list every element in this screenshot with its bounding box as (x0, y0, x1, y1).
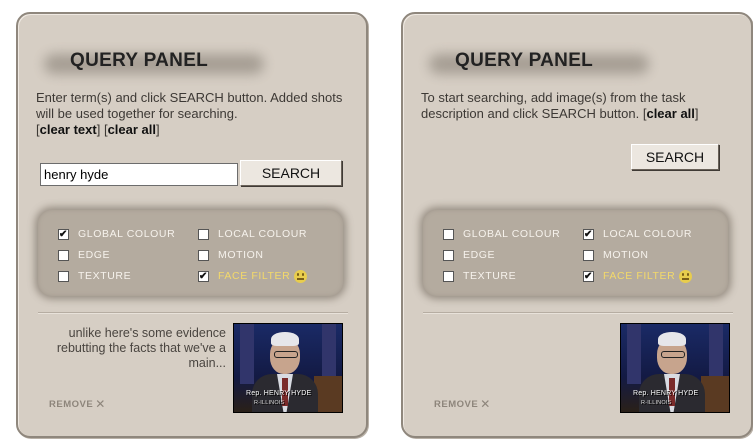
clear-all-link[interactable]: clear all (108, 122, 156, 137)
motion-checkbox[interactable] (583, 249, 594, 261)
panel-title-area: QUERY PANEL (429, 48, 649, 78)
texture-checkbox[interactable] (443, 270, 454, 282)
option-motion[interactable]: MOTION (198, 248, 264, 262)
face-filter-checkbox[interactable]: ✔ (583, 270, 594, 282)
edge-label: EDGE (78, 249, 111, 261)
panel-title: QUERY PANEL (455, 50, 594, 71)
option-motion[interactable]: MOTION (583, 248, 649, 262)
option-global-colour[interactable]: ✔ GLOBAL COLOUR (58, 227, 175, 241)
local-colour-label: LOCAL COLOUR (603, 228, 693, 240)
close-icon: ✕ (480, 397, 491, 411)
option-texture[interactable]: TEXTURE (58, 269, 131, 283)
option-local-colour[interactable]: LOCAL COLOUR (198, 227, 307, 241)
global-colour-checkbox[interactable] (443, 228, 454, 240)
query-panel-right: QUERY PANEL To start searching, add imag… (401, 12, 753, 438)
close-icon: ✕ (95, 397, 106, 411)
face-filter-checkbox[interactable]: ✔ (198, 270, 209, 282)
search-button[interactable]: SEARCH (240, 160, 342, 186)
feature-options: GLOBAL COLOUR ✔ LOCAL COLOUR EDGE MOTION… (423, 210, 728, 296)
motion-label: MOTION (218, 249, 264, 261)
option-face-filter[interactable]: ✔ FACE FILTER (198, 269, 308, 283)
instructions: To start searching, add image(s) from th… (421, 90, 699, 121)
clear-all-link[interactable]: clear all (646, 106, 694, 121)
panel-title: QUERY PANEL (70, 50, 209, 71)
smiley-face-icon (679, 269, 693, 283)
edge-label: EDGE (463, 249, 496, 261)
remove-label: REMOVE (434, 398, 479, 410)
option-face-filter[interactable]: ✔ FACE FILTER (583, 269, 693, 283)
motion-checkbox[interactable] (198, 249, 209, 261)
panel-title-area: QUERY PANEL (44, 48, 264, 78)
motion-label: MOTION (603, 249, 649, 261)
global-colour-checkbox[interactable]: ✔ (58, 228, 69, 240)
thumbnail-caption: Rep. HENRY HYDE (633, 390, 699, 397)
local-colour-checkbox[interactable]: ✔ (583, 228, 594, 240)
search-input[interactable] (40, 163, 238, 186)
remove-button[interactable]: REMOVE ✕ (49, 397, 106, 411)
instructions: Enter term(s) and click SEARCH button. A… (36, 90, 343, 137)
face-filter-label: FACE FILTER (218, 270, 291, 282)
texture-checkbox[interactable] (58, 270, 69, 282)
edge-checkbox[interactable] (443, 249, 454, 261)
shot-thumbnail[interactable]: Rep. HENRY HYDE R-ILLINOIS (233, 323, 343, 413)
option-texture[interactable]: TEXTURE (443, 269, 516, 283)
divider (38, 312, 348, 314)
texture-label: TEXTURE (78, 270, 132, 282)
shot-thumbnail[interactable]: Rep. HENRY HYDE R-ILLINOIS (620, 323, 730, 413)
local-colour-checkbox[interactable] (198, 228, 209, 240)
thumbnail-subcaption: R-ILLINOIS (254, 400, 285, 406)
face-filter-label: FACE FILTER (603, 270, 676, 282)
smiley-face-icon (294, 269, 308, 283)
feature-options: ✔ GLOBAL COLOUR LOCAL COLOUR EDGE MOTION… (38, 210, 343, 296)
shot-caption: unlike here's some evidence rebutting th… (56, 326, 226, 370)
option-global-colour[interactable]: GLOBAL COLOUR (443, 227, 560, 241)
query-panel-left: QUERY PANEL Enter term(s) and click SEAR… (16, 12, 368, 438)
global-colour-label: GLOBAL COLOUR (78, 228, 176, 240)
local-colour-label: LOCAL COLOUR (218, 228, 308, 240)
thumbnail-subcaption: R-ILLINOIS (641, 400, 672, 406)
global-colour-label: GLOBAL COLOUR (463, 228, 561, 240)
option-edge[interactable]: EDGE (58, 248, 110, 262)
option-edge[interactable]: EDGE (443, 248, 495, 262)
texture-label: TEXTURE (463, 270, 517, 282)
divider (423, 312, 733, 314)
option-local-colour[interactable]: ✔ LOCAL COLOUR (583, 227, 692, 241)
search-button[interactable]: SEARCH (631, 144, 719, 170)
remove-label: REMOVE (49, 398, 94, 410)
instructions-text: Enter term(s) and click SEARCH button. A… (36, 90, 343, 121)
thumbnail-caption: Rep. HENRY HYDE (246, 390, 312, 397)
clear-text-link[interactable]: clear text (40, 122, 97, 137)
edge-checkbox[interactable] (58, 249, 69, 261)
remove-button[interactable]: REMOVE ✕ (434, 397, 491, 411)
